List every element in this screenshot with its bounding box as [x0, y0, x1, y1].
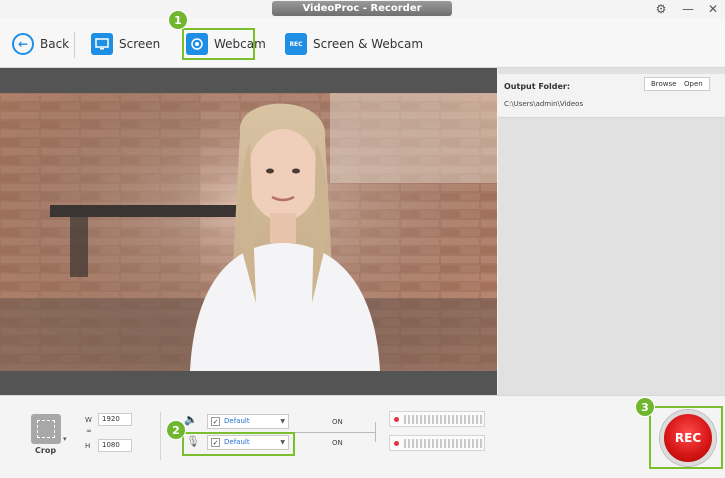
back-arrow-icon: ← [12, 33, 34, 55]
back-label: Back [40, 37, 70, 51]
speaker-on-label: ON [332, 418, 343, 426]
mic-highlight [182, 432, 295, 456]
rec-screen-icon: REC [285, 33, 307, 55]
height-label: H [85, 442, 91, 450]
speaker-checkbox[interactable]: ✓ [211, 417, 220, 426]
screen-button[interactable]: Screen [91, 30, 160, 58]
chevron-down-icon: ▼ [280, 418, 285, 425]
step-badge-3: 3 [635, 397, 655, 417]
connector-line [375, 422, 376, 442]
window-title: VideoProc - Recorder [272, 1, 452, 16]
speaker-icon: 🔈 [184, 413, 198, 426]
title-bar: VideoProc - Recorder ⚙ — ✕ [0, 0, 725, 18]
speaker-device-select[interactable]: ✓ Default ▼ [207, 414, 289, 429]
screen-label: Screen [119, 37, 161, 51]
gear-icon[interactable]: ⚙ [652, 1, 670, 17]
level-indicator [394, 417, 399, 422]
crop-icon[interactable] [31, 414, 61, 444]
back-button[interactable]: ← Back [12, 30, 69, 58]
mic-level-meter [389, 435, 485, 451]
step-badge-2: 2 [166, 420, 186, 440]
connector-line [293, 432, 375, 433]
webcam-highlight [182, 28, 255, 60]
output-folder-label: Output Folder: [504, 82, 571, 91]
speaker-level-meter [389, 411, 485, 427]
open-button[interactable]: Open [678, 77, 710, 91]
webcam-video-frame [0, 93, 497, 371]
height-input[interactable]: 1080 [98, 439, 132, 452]
level-bars [404, 415, 482, 424]
crop-dropdown-icon[interactable]: ▾ [63, 435, 67, 443]
toolbar: ← Back Screen Webcam REC Screen & Webcam [0, 18, 725, 68]
level-indicator [394, 441, 399, 446]
link-icon[interactable]: ∞ [86, 427, 92, 435]
speaker-device-value: Default [224, 417, 250, 425]
bottom-divider [160, 412, 161, 460]
rec-button[interactable]: REC [660, 410, 716, 466]
level-bars [404, 439, 482, 448]
minimize-icon[interactable]: — [679, 1, 697, 17]
toolbar-divider [74, 32, 75, 58]
output-folder-section: Output Folder: Browse Open C:\Users\admi… [498, 74, 725, 118]
monitor-icon [91, 33, 113, 55]
bottom-controls: ▾ Crop W ∞ H 1920 1080 🔈 ✓ Default ▼ 🎙 ✓… [0, 395, 725, 478]
width-input[interactable]: 1920 [98, 413, 132, 426]
output-folder-path: C:\Users\admin\Videos [504, 100, 584, 108]
close-icon[interactable]: ✕ [704, 1, 722, 17]
crop-label: Crop [35, 446, 57, 455]
screen-webcam-button[interactable]: REC Screen & Webcam [285, 30, 423, 58]
webcam-preview [0, 68, 497, 395]
screen-webcam-label: Screen & Webcam [313, 37, 424, 51]
step-badge-1: 1 [168, 10, 188, 30]
mic-on-label: ON [332, 439, 343, 447]
output-panel: Output Folder: Browse Open C:\Users\admi… [498, 68, 725, 395]
width-label: W [85, 416, 92, 424]
